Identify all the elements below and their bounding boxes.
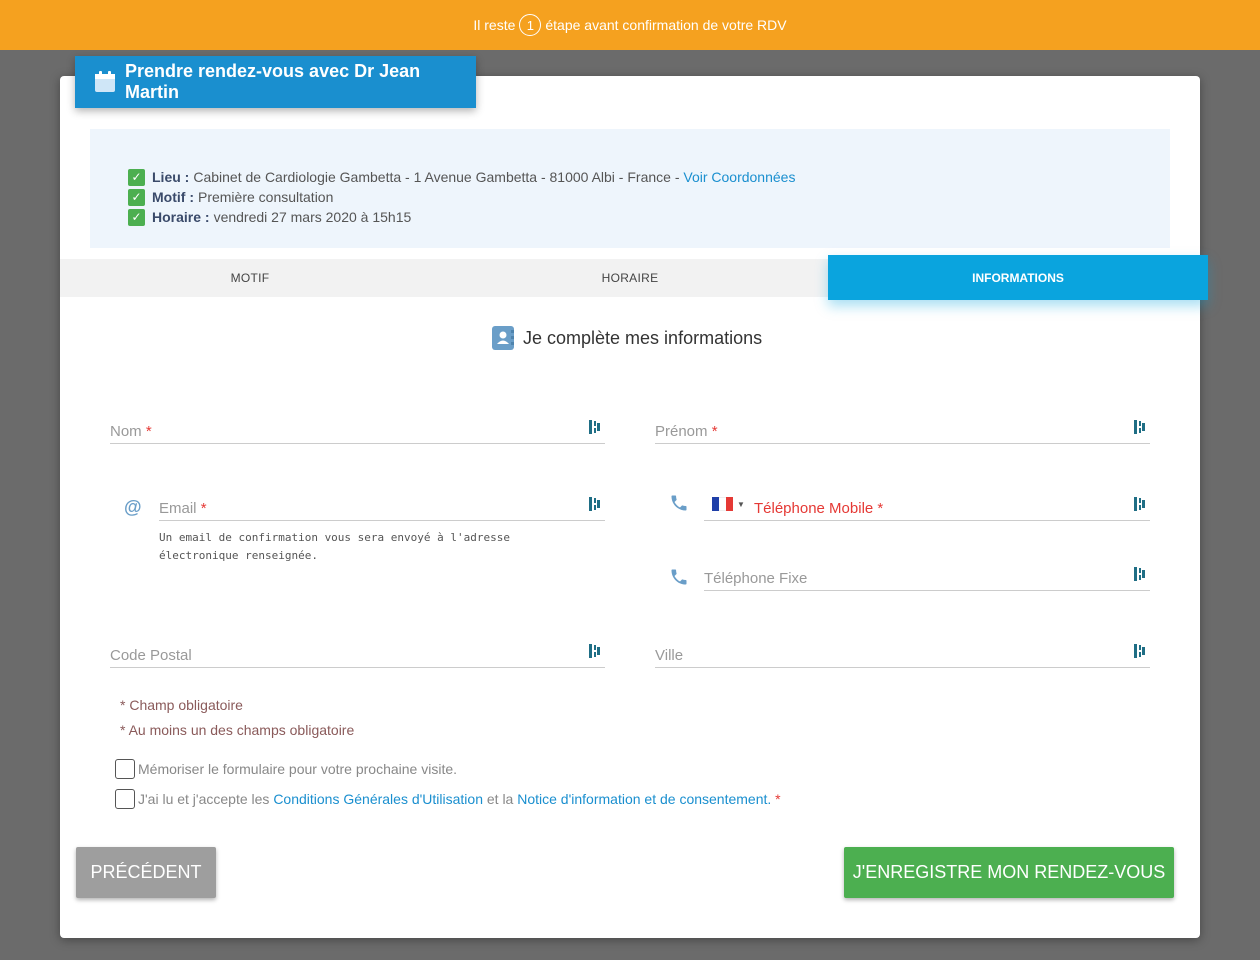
nom-underline: [110, 443, 605, 444]
phone-icon: [669, 493, 689, 518]
barcode-icon: [1134, 497, 1146, 511]
required-mark: *: [775, 791, 781, 807]
motif-value: Première consultation: [197, 189, 334, 205]
required-mark: *: [877, 500, 884, 517]
tab-horaire[interactable]: HORAIRE: [440, 259, 820, 297]
email-label: Email: [159, 500, 197, 517]
country-select[interactable]: ▼: [712, 497, 745, 511]
section-title: Je complète mes informations: [492, 326, 762, 350]
phone-icon: [669, 567, 689, 592]
chevron-down-icon: ▼: [737, 499, 745, 509]
summary-motif: ✓ Motif : Première consultation: [128, 187, 1170, 207]
tel-fixe-input[interactable]: Téléphone Fixe: [704, 570, 807, 587]
required-mark: *: [145, 423, 152, 440]
france-flag-icon: [712, 497, 733, 511]
horaire-label: Horaire :: [152, 209, 210, 225]
barcode-icon: [589, 644, 601, 658]
prenom-input[interactable]: Prénom *: [655, 423, 718, 440]
page-title: Prendre rendez-vous avec Dr Jean Martin: [75, 56, 476, 108]
tab-motif[interactable]: MOTIF: [60, 259, 440, 297]
required-note: * Champ obligatoire: [120, 697, 243, 713]
barcode-icon: [1134, 567, 1146, 581]
contact-card-icon: [492, 326, 514, 350]
check-icon: ✓: [128, 188, 145, 206]
ville-input[interactable]: Ville: [655, 647, 683, 664]
barcode-icon: [1134, 644, 1146, 658]
horaire-value: vendredi 27 mars 2020 à 15h15: [213, 209, 412, 225]
accept-mid: et la: [486, 791, 514, 807]
appointment-summary: ✓ Lieu : Cabinet de Cardiologie Gambetta…: [90, 129, 1170, 248]
save-appointment-button[interactable]: J'ENREGISTRE MON RENDEZ-VOUS: [844, 847, 1174, 898]
lieu-value: Cabinet de Cardiologie Gambetta - 1 Aven…: [193, 169, 680, 185]
lieu-label: Lieu :: [152, 169, 190, 185]
step-count-badge: 1: [519, 14, 542, 36]
tel-fixe-label: Téléphone Fixe: [704, 570, 808, 587]
email-input[interactable]: Email *: [159, 500, 207, 517]
motif-label: Motif :: [152, 189, 194, 205]
calendar-icon: [93, 70, 117, 94]
nom-input[interactable]: Nom *: [110, 423, 152, 440]
section-title-text: Je complète mes informations: [523, 327, 763, 348]
tel-mobile-underline: [704, 520, 1150, 521]
barcode-icon: [589, 420, 601, 434]
cgu-link[interactable]: Conditions Générales d'Utilisation: [273, 791, 483, 807]
check-icon: ✓: [128, 168, 145, 186]
notice-link[interactable]: Notice d'information et de consentement.: [517, 791, 771, 807]
tab-informations[interactable]: INFORMATIONS: [828, 255, 1208, 300]
remember-checkbox[interactable]: [115, 759, 135, 779]
summary-horaire: ✓ Horaire : vendredi 27 mars 2020 à 15h1…: [128, 207, 1170, 227]
tel-mobile-input[interactable]: Téléphone Mobile *: [754, 500, 883, 517]
nom-label: Nom: [110, 423, 142, 440]
required-mark: *: [711, 423, 718, 440]
ville-label: Ville: [655, 647, 684, 664]
prenom-label: Prénom: [655, 423, 708, 440]
one-required-note: * Au moins un des champs obligatoire: [120, 722, 355, 738]
check-icon: ✓: [128, 208, 145, 226]
email-underline: [159, 520, 605, 521]
code-postal-input[interactable]: Code Postal: [110, 647, 192, 664]
email-hint: Un email de confirmation vous sera envoy…: [159, 531, 510, 562]
accept-prefix: J'ai lu et j'accepte les: [138, 791, 270, 807]
remember-row: Mémoriser le formulaire pour votre proch…: [115, 759, 457, 779]
barcode-icon: [589, 497, 601, 511]
remember-label: Mémoriser le formulaire pour votre proch…: [138, 761, 458, 777]
tel-fixe-underline: [704, 590, 1150, 591]
code-postal-label: Code Postal: [110, 647, 192, 664]
code-postal-underline: [110, 667, 605, 668]
barcode-icon: [1134, 420, 1146, 434]
banner-suffix: étape avant confirmation de votre RDV: [545, 17, 787, 33]
prenom-underline: [655, 443, 1150, 444]
accept-checkbox[interactable]: [115, 789, 135, 809]
required-mark: *: [200, 500, 207, 517]
voir-coordonnees-link[interactable]: Voir Coordonnées: [683, 169, 795, 185]
banner-prefix: Il reste: [473, 17, 516, 33]
page-title-text: Prendre rendez-vous avec Dr Jean Martin: [125, 61, 421, 102]
accept-row: J'ai lu et j'accepte les Conditions Géné…: [115, 789, 781, 809]
at-icon: @: [124, 497, 142, 517]
ville-underline: [655, 667, 1150, 668]
progress-banner: Il reste 1 étape avant confirmation de v…: [0, 0, 1260, 50]
summary-lieu: ✓ Lieu : Cabinet de Cardiologie Gambetta…: [128, 167, 1170, 187]
tel-mobile-label: Téléphone Mobile: [754, 500, 874, 517]
previous-button[interactable]: PRÉCÉDENT: [76, 847, 216, 898]
